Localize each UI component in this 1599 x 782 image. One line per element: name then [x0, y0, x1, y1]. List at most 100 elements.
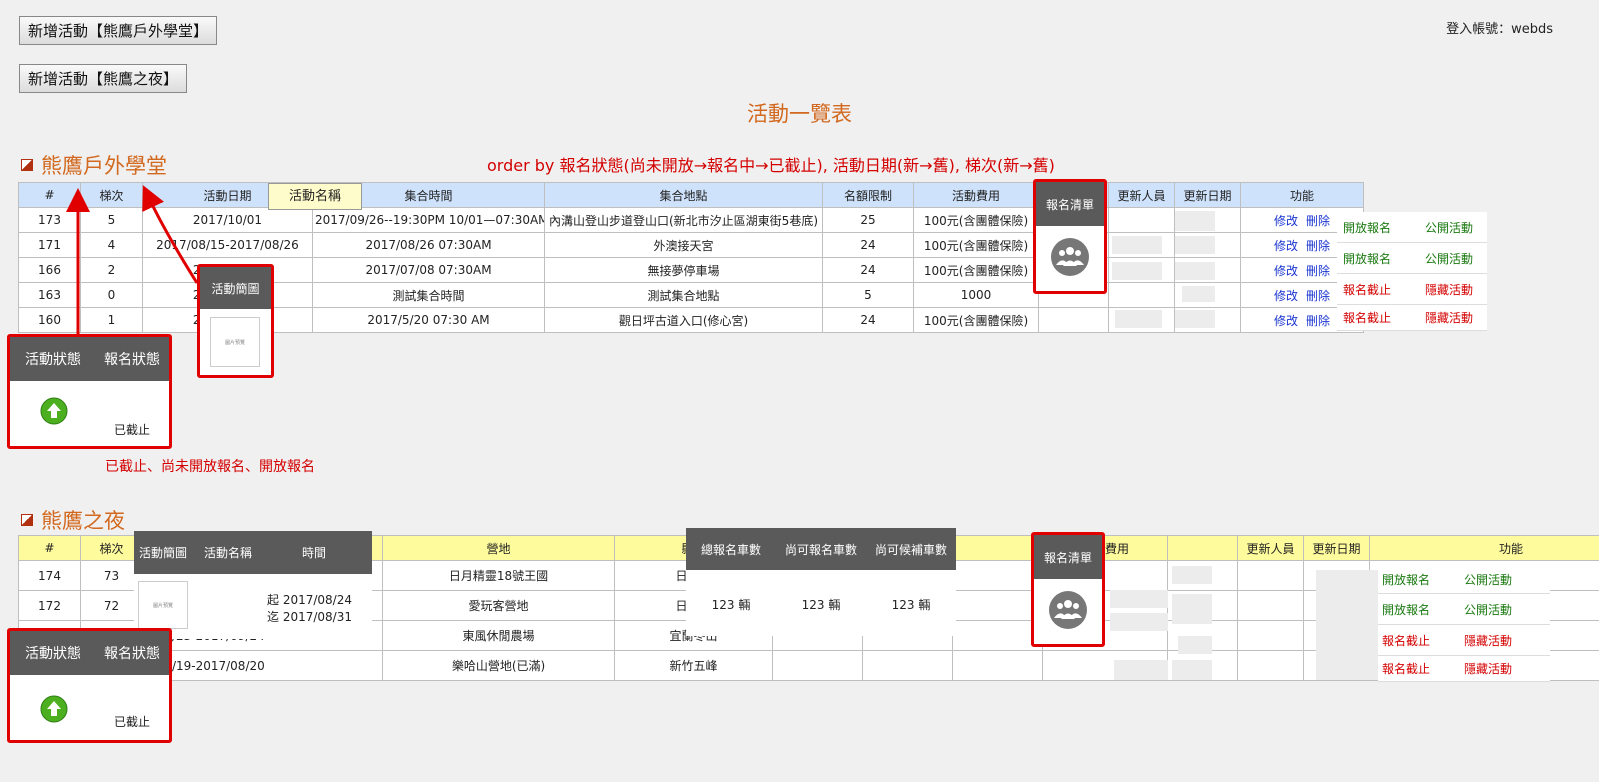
edit-link[interactable]: 修改: [1274, 314, 1298, 328]
cell-camp: 樂哈山營地(已滿): [382, 650, 615, 681]
cell-updater: [1108, 207, 1175, 233]
cell-signup: [1038, 307, 1109, 333]
open-signup-link[interactable]: 開放報名: [1382, 571, 1464, 588]
col-header: 功能: [1240, 182, 1364, 208]
add-night-activity-button[interactable]: 新增活動【熊鷹之夜】: [19, 64, 188, 93]
thumbnail-image[interactable]: 圖片預覽: [138, 581, 188, 629]
col-header[interactable]: 活動費用: [913, 182, 1039, 208]
cell-id: 163: [18, 282, 81, 308]
delete-link[interactable]: 刪除: [1306, 314, 1330, 328]
col-header[interactable]: #: [18, 182, 81, 208]
signup-list-header: 報名清單: [1034, 535, 1102, 579]
signup-status-value: 已截止: [114, 715, 151, 729]
edit-link[interactable]: 修改: [1274, 289, 1298, 303]
side-link-row: 開放報名 公開活動: [1337, 212, 1487, 243]
public-activity-link[interactable]: 公開活動: [1464, 601, 1512, 618]
update-date-placeholder: [1182, 286, 1215, 302]
col-header[interactable]: 更新人員: [1237, 535, 1304, 561]
delete-link[interactable]: 刪除: [1306, 264, 1330, 278]
edit-link[interactable]: 修改: [1274, 239, 1298, 253]
public-activity-link[interactable]: 公開活動: [1464, 571, 1512, 588]
activity-name-tooltip: 活動名稱: [268, 183, 362, 210]
public-activity-link[interactable]: 公開活動: [1425, 250, 1473, 267]
side-link-row: 報名截止 隱藏活動: [1337, 305, 1487, 331]
thumbnail-header: 活動簡圖: [200, 267, 271, 309]
waitlist-cars-header: 尚可候補車數: [874, 542, 947, 557]
col-header[interactable]: 更新人員: [1108, 182, 1175, 208]
open-signup-link[interactable]: 開放報名: [1343, 219, 1425, 236]
cell-updater: [1237, 590, 1304, 621]
thumbnail-image[interactable]: 圖片預覽: [210, 317, 260, 367]
updater-placeholder: [1114, 660, 1168, 680]
signup-list-panel: 報名清單: [1033, 179, 1107, 294]
cell-date: 7/08/19-2017/08/20: [142, 650, 383, 681]
hide-activity-link[interactable]: 隱藏活動: [1425, 309, 1473, 326]
car-count-header: 總報名車數 尚可報名車數 尚可候補車數: [686, 528, 956, 570]
cell-fee: 100元(含團體保險): [913, 257, 1039, 283]
side-link-row: 報名截止 隱藏活動: [1337, 274, 1487, 305]
signup-list-header: 報名清單: [1036, 182, 1104, 226]
cell-id: 171: [18, 232, 81, 258]
update-date-placeholder: [1178, 636, 1212, 654]
update-date-placeholder: [1172, 660, 1212, 680]
col-header[interactable]: #: [18, 535, 81, 561]
side-link-row: 開放報名 公開活動: [1378, 594, 1550, 625]
update-date-placeholder: [1175, 262, 1215, 280]
updater-placeholder: [1112, 262, 1162, 280]
open-signup-link[interactable]: 開放報名: [1343, 250, 1425, 267]
side-status-links-outdoor: 開放報名 公開活動 開放報名 公開活動 報名截止 隱藏活動 報名截止 隱藏活動: [1337, 212, 1487, 331]
add-outdoor-activity-button[interactable]: 新增活動【熊鷹戶外學堂】: [19, 16, 218, 45]
total-cars-header: 總報名車數: [700, 542, 761, 557]
arrow-up-icon[interactable]: [40, 397, 68, 425]
edit-link[interactable]: 修改: [1274, 264, 1298, 278]
group-icon[interactable]: [1049, 591, 1087, 629]
col-header[interactable]: 更新日期: [1174, 182, 1241, 208]
status-panel: 活動狀態 報名狀態 已截止: [7, 628, 172, 743]
section-night-title-text: 熊鷹之夜: [41, 509, 125, 533]
hide-activity-link[interactable]: 隱藏活動: [1464, 632, 1512, 649]
status-panel-body: 已截止: [10, 381, 169, 446]
cell-updater: [1237, 620, 1304, 651]
close-signup-link[interactable]: 報名截止: [1343, 281, 1425, 298]
arrow-up-icon[interactable]: [40, 695, 68, 723]
cell-date: 2017/08/15-2017/08/26: [142, 232, 313, 258]
signup-status-header: 報名狀態: [104, 352, 160, 368]
close-signup-link[interactable]: 報名截止: [1382, 632, 1464, 649]
public-activity-link[interactable]: 公開活動: [1425, 219, 1473, 236]
col-header[interactable]: 梯次: [80, 182, 143, 208]
group-icon[interactable]: [1051, 238, 1089, 276]
col-header[interactable]: 集合地點: [544, 182, 823, 208]
cell-updater: [1237, 560, 1304, 591]
edit-link[interactable]: 修改: [1274, 214, 1298, 228]
updater-placeholder: [1110, 613, 1168, 631]
table-row: 173 5 2017/10/01 2017/09/26--19:30PM 10/…: [18, 207, 1364, 233]
updater-placeholder: [1112, 236, 1162, 254]
section-bullet-icon: [21, 514, 33, 526]
cell-updater: [1108, 282, 1175, 308]
cell-waitlist-cars: [952, 650, 1043, 681]
side-link-row: 報名截止 隱藏活動: [1378, 656, 1550, 682]
cell-camp: 日月精靈18號王國: [382, 560, 615, 591]
update-date-placeholder: [1175, 310, 1215, 328]
delete-link[interactable]: 刪除: [1306, 289, 1330, 303]
side-status-links-night: 開放報名 公開活動 開放報名 公開活動 報名截止 隱藏活動 報名截止 隱藏活動: [1378, 566, 1550, 682]
page-title: 活動一覽表: [747, 102, 852, 126]
col-header[interactable]: 營地: [382, 535, 615, 561]
col-header[interactable]: 名額限制: [822, 182, 914, 208]
cell-fee: 100元(含團體保險): [913, 307, 1039, 333]
close-signup-link[interactable]: 報名截止: [1382, 660, 1464, 677]
signup-list-cell: [1034, 591, 1102, 629]
open-signup-link[interactable]: 開放報名: [1382, 601, 1464, 618]
delete-link[interactable]: 刪除: [1306, 239, 1330, 253]
hide-activity-link[interactable]: 隱藏活動: [1464, 660, 1512, 677]
time-col-header: 時間: [301, 546, 326, 560]
activity-info-overlay: 活動簡圖 活動名稱 時間 圖片預覽 起 2017/08/24 迄 2017/08…: [134, 531, 372, 639]
thumbnail-col-header: 活動簡圖: [138, 546, 187, 560]
status-options-note: 已截止、尚未開放報名、開放報名: [105, 459, 315, 475]
hide-activity-link[interactable]: 隱藏活動: [1425, 281, 1473, 298]
delete-link[interactable]: 刪除: [1306, 214, 1330, 228]
cell-total-cars: [772, 650, 863, 681]
col-header[interactable]: 更新日期: [1303, 535, 1370, 561]
close-signup-link[interactable]: 報名截止: [1343, 309, 1425, 326]
cell-batch: 5: [80, 207, 143, 233]
